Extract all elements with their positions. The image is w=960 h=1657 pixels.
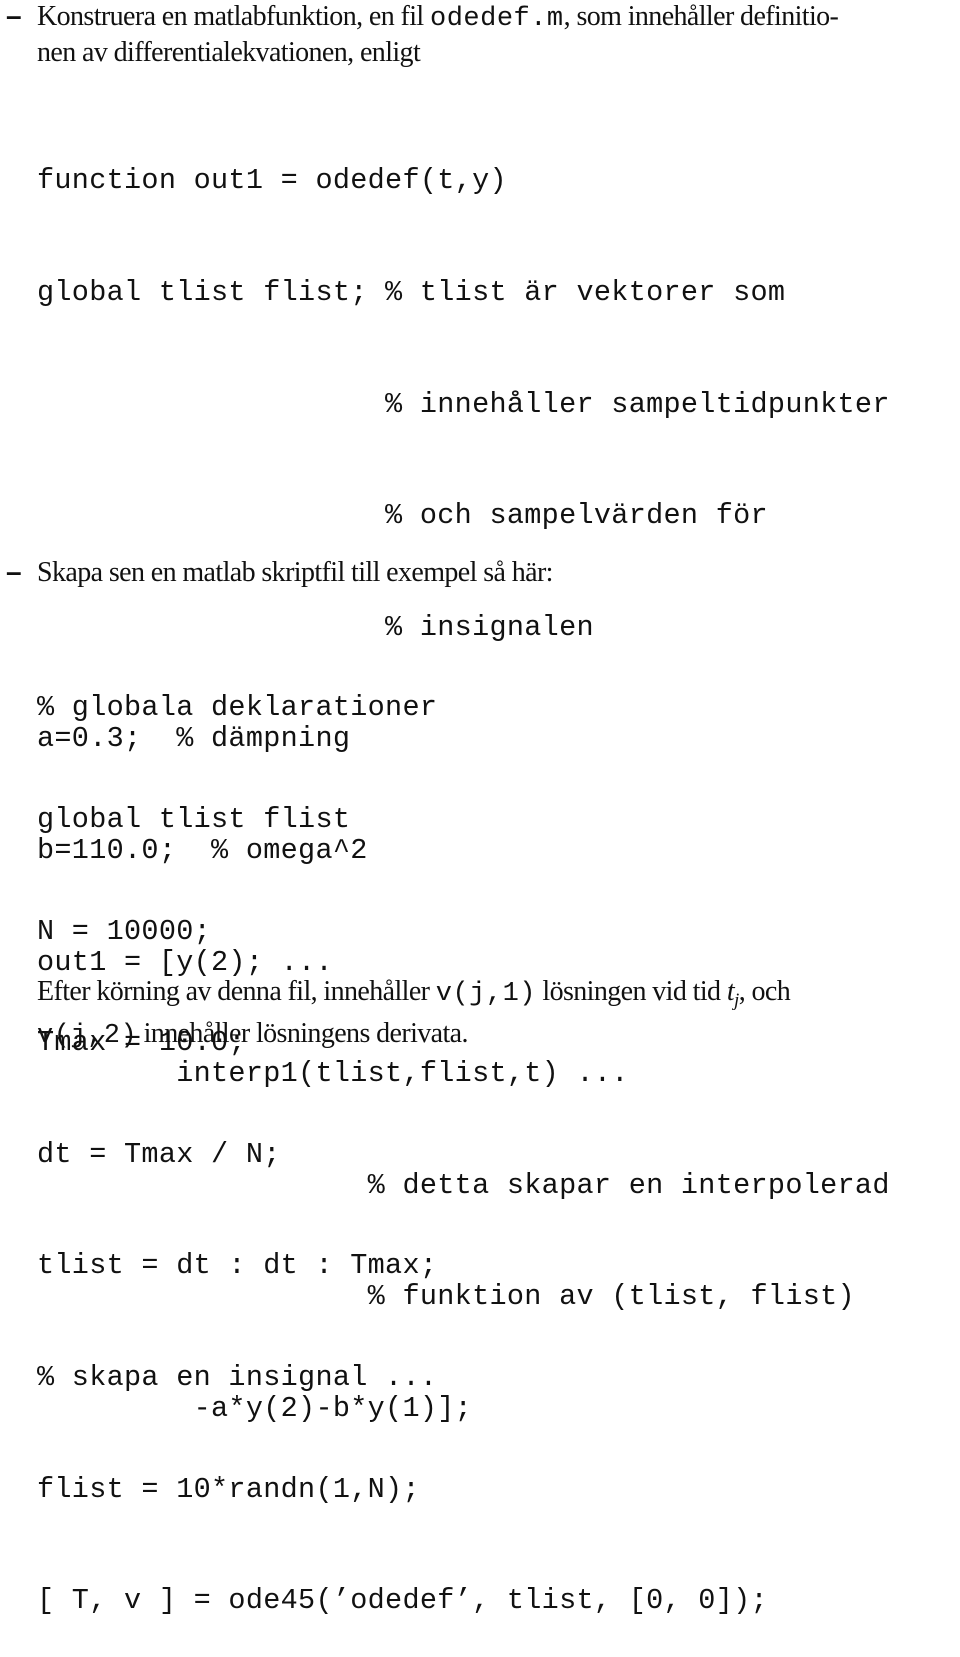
text: lösningen vid tid xyxy=(536,976,727,1007)
code-line: global tlist flist; % tlist är vektorer … xyxy=(37,276,786,309)
text: Konstruera en matlabfunktion, en fil xyxy=(37,1,431,32)
text: , som innehåller definitio- xyxy=(563,1,839,32)
bullet-marker: – xyxy=(6,556,22,587)
text: Efter körning av denna fil, innehåller xyxy=(37,976,436,1007)
instruction-paragraph-2: Skapa sen en matlab skriptfil till exemp… xyxy=(37,557,553,588)
instruction-paragraph-1: Konstruera en matlabfunktion, en fil ode… xyxy=(37,0,957,69)
code-line: % skapa en insignal ... xyxy=(37,1360,438,1394)
paragraph-line-2: v(j,2) innehåller lösningens derivata. xyxy=(37,1017,957,1053)
filename-code: odedef.m xyxy=(430,4,564,34)
inline-code: v(j,2) xyxy=(37,1021,138,1051)
bullet-marker: – xyxy=(6,0,22,31)
code-line: % globala deklarationer xyxy=(37,691,438,725)
text: , och xyxy=(738,976,791,1007)
code-line: global tlist flist xyxy=(37,803,351,836)
code-line: flist = 10*randn(1,N); xyxy=(37,1472,420,1506)
code-line: [ T, v ] = ode45(’odedef’, tlist, [0, 0]… xyxy=(37,1584,768,1618)
paragraph-line-1: Konstruera en matlabfunktion, en fil ode… xyxy=(37,0,957,36)
code-line: tlist = dt : dt : Tmax; xyxy=(37,1249,438,1283)
code-line: % innehåller sampeltidpunkter xyxy=(37,387,890,421)
code-line: N = 10000; xyxy=(37,914,212,948)
code-line: % och sampelvärden för xyxy=(37,499,768,533)
code-block-script: % globala deklarationer global tlist fli… xyxy=(37,615,768,1657)
code-line: function out1 = odedef(t,y) xyxy=(37,164,507,198)
math-variable: tj xyxy=(726,976,739,1011)
inline-code: v(j,1) xyxy=(435,979,536,1009)
text: innehåller lösningens derivata. xyxy=(137,1018,469,1049)
code-line: dt = Tmax / N; xyxy=(37,1137,281,1171)
conclusion-paragraph: Efter körning av denna fil, innehåller v… xyxy=(37,975,957,1053)
paragraph-line-2: nen av differentialekvationen, enligt xyxy=(37,37,421,68)
paragraph-line-1: Efter körning av denna fil, innehåller v… xyxy=(37,975,957,1017)
math-t: t xyxy=(726,976,735,1007)
